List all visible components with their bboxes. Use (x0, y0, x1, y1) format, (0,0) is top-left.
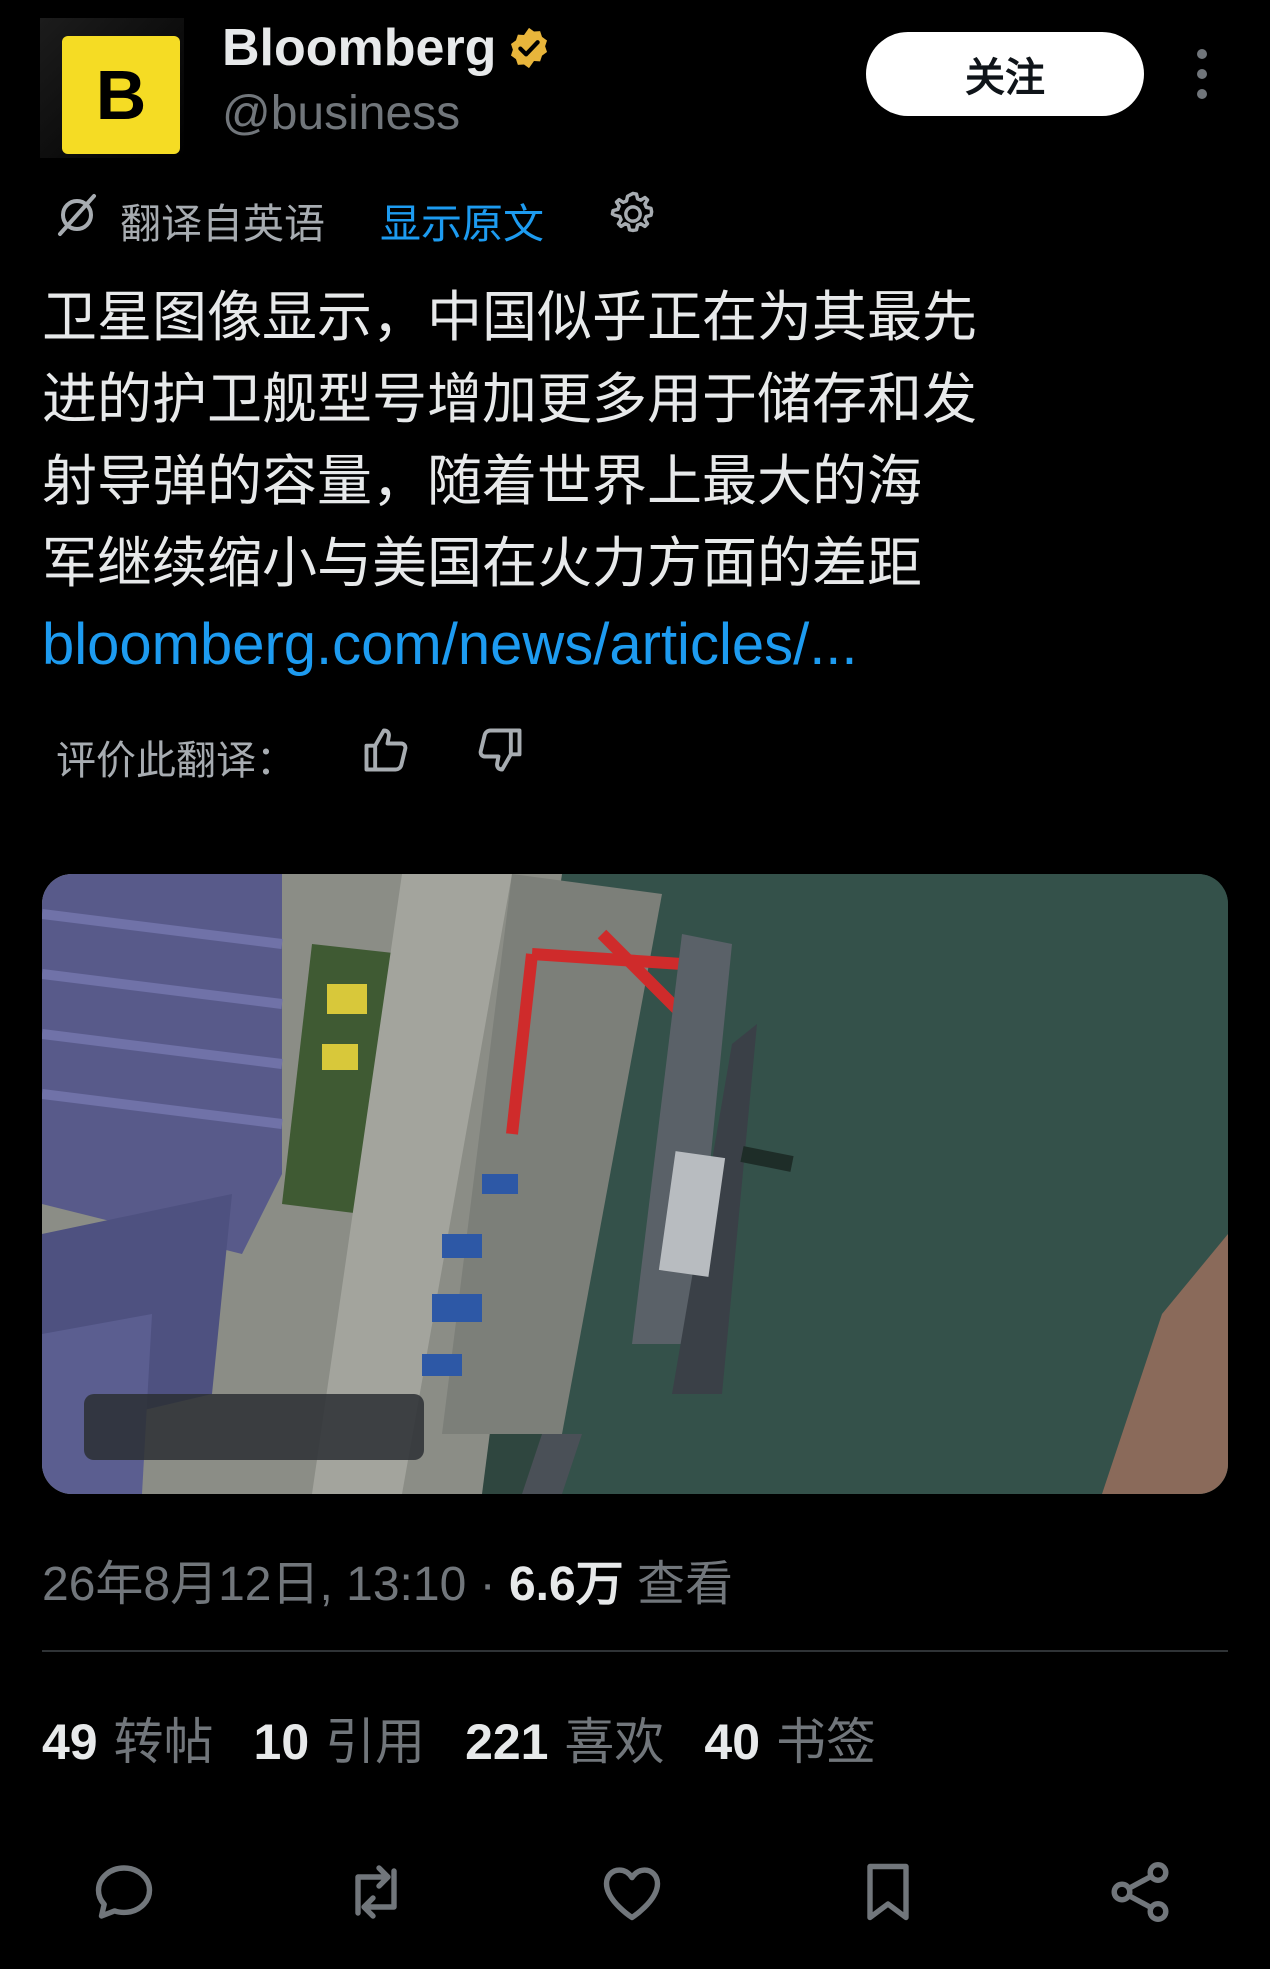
rate-translation-label: 评价此翻译： (56, 738, 296, 784)
divider (42, 1650, 1228, 1652)
account-handle[interactable]: @business (222, 86, 460, 141)
share-icon (1111, 1862, 1169, 1922)
reposts-stat[interactable]: 49 转帖 (42, 1702, 214, 1774)
translate-icon (58, 194, 96, 236)
article-link[interactable]: bloomberg.com/news/articles/... (42, 604, 1222, 686)
satellite-image[interactable] (42, 874, 1228, 1494)
bookmarks-count: 40 (704, 1714, 761, 1770)
share-button[interactable] (1104, 1856, 1176, 1928)
repost-button[interactable] (340, 1856, 412, 1928)
translated-from-label: 翻译自英语 (120, 200, 325, 248)
verified-badge-icon (511, 27, 548, 69)
tweet-line: 进的护卫舰型号增加更多用于储存和发 (42, 367, 978, 431)
account-name-row[interactable]: Bloomberg (222, 18, 552, 78)
engagement-stats: 49 转帖 10 引用 221 喜欢 40 书签 (42, 1702, 876, 1774)
meta-separator: · (466, 1558, 509, 1611)
tweet-datetime[interactable]: 26年8月12日, 13:10 (42, 1558, 466, 1611)
bookmarks-label: 书签 (775, 1713, 876, 1771)
tweet-meta: 26年8月12日, 13:10 · 6.6万 查看 (42, 1544, 733, 1614)
account-name[interactable]: Bloomberg (222, 18, 496, 78)
bookmarks-stat[interactable]: 40 书签 (704, 1702, 876, 1774)
views-label: 查看 (623, 1558, 734, 1611)
avatar-letter: B (95, 56, 147, 134)
likes-count: 221 (465, 1714, 549, 1770)
views-count: 6.6万 (508, 1558, 624, 1611)
reply-icon (95, 1865, 153, 1919)
reply-button[interactable] (88, 1856, 160, 1928)
reposts-label: 转帖 (113, 1713, 214, 1771)
show-original-link[interactable]: 显示原文 (380, 190, 544, 250)
tweet-line: 卫星图像显示，中国似乎正在为其最先 (42, 285, 978, 349)
like-icon (603, 1867, 661, 1921)
follow-button[interactable]: 关注 (866, 32, 1144, 116)
bookmark-icon (867, 1863, 909, 1921)
gear-icon[interactable] (607, 188, 659, 240)
more-icon[interactable] (1182, 46, 1222, 102)
tweet-line: 军继续缩小与美国在火力方面的差距 (42, 531, 923, 595)
avatar[interactable]: B (62, 36, 180, 154)
likes-label: 喜欢 (564, 1713, 665, 1771)
like-button[interactable] (596, 1856, 668, 1928)
tweet-line: 射导弹的容量，随着世界上最大的海 (42, 449, 923, 513)
thumb-down-icon[interactable] (474, 724, 526, 776)
quotes-count: 10 (253, 1714, 310, 1770)
satellite-image-drawing (42, 874, 1228, 1494)
quotes-label: 引用 (325, 1713, 426, 1771)
reposts-count: 49 (42, 1714, 98, 1770)
repost-icon (355, 1865, 397, 1919)
bookmark-button[interactable] (852, 1856, 924, 1928)
thumb-up-icon[interactable] (360, 724, 412, 776)
tweet-text: 卫星图像显示，中国似乎正在为其最先 进的护卫舰型号增加更多用于储存和发 射导弹的… (42, 276, 1222, 686)
likes-stat[interactable]: 221 喜欢 (465, 1702, 664, 1774)
quotes-stat[interactable]: 10 引用 (254, 1702, 426, 1774)
